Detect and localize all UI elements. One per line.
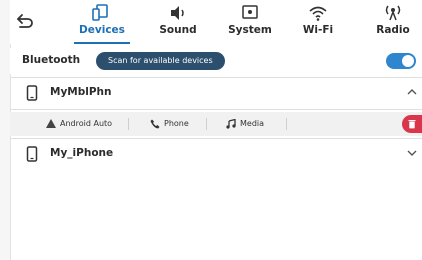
tab-label: Devices <box>79 24 125 36</box>
tab-label: Sound <box>159 24 197 36</box>
option-divider <box>286 118 287 130</box>
scan-devices-button[interactable]: Scan for available devices <box>96 52 225 70</box>
chevron-down-icon[interactable] <box>406 148 418 158</box>
tab-label: Wi-Fi <box>302 24 334 36</box>
music-note-icon <box>226 118 236 129</box>
wifi-icon <box>309 6 327 21</box>
option-divider <box>206 118 207 130</box>
active-tab-indicator <box>74 42 130 44</box>
devices-icon <box>92 4 108 21</box>
device-row-mymblphn[interactable]: MyMblPhn <box>10 78 422 108</box>
trash-icon <box>408 120 416 129</box>
device-name: MyMblPhn <box>50 86 112 98</box>
phone-option[interactable]: Phone <box>150 112 189 136</box>
tab-wifi[interactable]: Wi-Fi <box>286 0 350 44</box>
bluetooth-row: Bluetooth Scan for available devices <box>10 48 422 74</box>
phone-icon <box>150 119 160 128</box>
option-divider <box>128 118 129 130</box>
android-auto-option[interactable]: Android Auto <box>46 112 112 136</box>
tab-label: Radio <box>376 24 410 36</box>
chevron-up-icon[interactable] <box>406 87 418 97</box>
tab-system[interactable]: System <box>214 0 286 44</box>
option-label: Media <box>240 119 265 128</box>
settings-screen: Devices Sound System Wi-Fi Radio Bluetoo… <box>0 0 422 260</box>
smartphone-icon <box>26 85 38 101</box>
radio-icon <box>385 5 401 21</box>
option-label: Android Auto <box>60 119 113 128</box>
device-options-row: Android Auto Phone Media <box>10 112 422 136</box>
back-arrow-icon[interactable] <box>14 10 36 32</box>
media-option[interactable]: Media <box>226 112 264 136</box>
option-label: Phone <box>164 119 189 128</box>
tab-radio[interactable]: Radio <box>364 0 422 44</box>
device-name: My_iPhone <box>50 147 114 159</box>
toggle-knob <box>402 55 414 67</box>
system-icon <box>242 5 258 19</box>
tab-devices[interactable]: Devices <box>62 0 142 44</box>
device-row-my-iphone[interactable]: My_iPhone <box>10 139 422 169</box>
tab-sound[interactable]: Sound <box>142 0 214 44</box>
delete-device-button[interactable] <box>402 115 422 133</box>
divider <box>10 109 422 110</box>
top-navigation: Devices Sound System Wi-Fi Radio <box>10 0 422 44</box>
tab-label: System <box>228 24 272 36</box>
speaker-icon <box>171 6 184 20</box>
bluetooth-toggle[interactable] <box>386 53 416 69</box>
bluetooth-label: Bluetooth <box>22 54 81 66</box>
android-auto-icon <box>46 119 56 128</box>
smartphone-icon <box>26 146 38 162</box>
